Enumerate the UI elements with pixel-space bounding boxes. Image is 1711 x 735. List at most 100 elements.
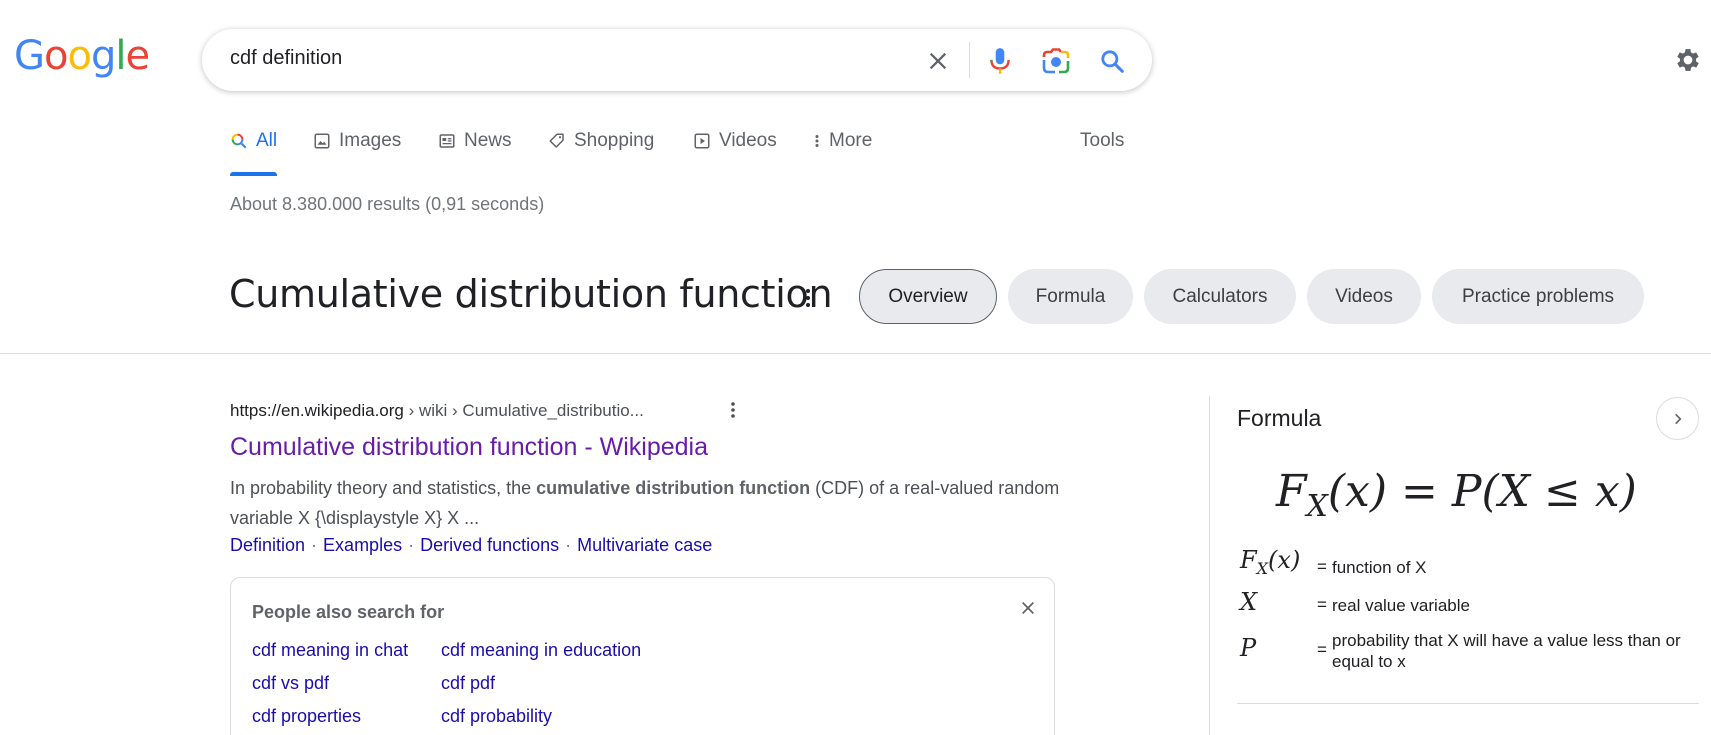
panel-title: Formula <box>1237 405 1322 431</box>
pas-link[interactable]: cdf meaning in education <box>441 640 641 661</box>
formula-equals: = <box>1387 466 1452 517</box>
panel-bottom-divider <box>1237 703 1699 704</box>
formula-equation: FX(x) = P(X ≤ x) <box>1276 466 1637 524</box>
variable-symbol: FX(x) <box>1240 546 1300 578</box>
variable-subscript: X <box>1256 558 1269 578</box>
gear-icon <box>1677 49 1699 71</box>
more-vertical-icon <box>815 135 819 147</box>
google-logo[interactable]: Google <box>14 33 150 79</box>
tab-news[interactable]: News <box>438 130 512 176</box>
people-also-search-card: People also search for cdf meaning in ch… <box>230 577 1055 735</box>
pas-link[interactable]: cdf pdf <box>441 673 495 694</box>
sitelink[interactable]: Definition <box>230 535 305 555</box>
logo-letter: o <box>67 33 92 79</box>
formula-symbol: F <box>1276 466 1307 517</box>
topic-title: Cumulative distribution function <box>229 272 833 316</box>
tab-label: More <box>829 130 873 151</box>
sitelinks: Definition · Examples · Derived functions · Mu… <box>230 535 712 556</box>
camera-icon <box>1042 48 1070 74</box>
chip-overview[interactable]: Overview <box>859 269 997 324</box>
search-icon <box>231 133 247 149</box>
variable-main: X <box>1240 588 1258 616</box>
sitelink-separator: · <box>565 535 572 555</box>
tab-label: Images <box>339 130 402 151</box>
pas-link[interactable]: cdf meaning in chat <box>252 640 408 661</box>
tools-label: Tools <box>1080 130 1125 151</box>
pas-link[interactable]: cdf vs pdf <box>252 673 329 694</box>
search-submit-button[interactable] <box>1092 41 1132 81</box>
logo-letter: e <box>125 33 150 79</box>
snippet-highlight: cumulative distribution function <box>536 478 811 498</box>
chip-videos[interactable]: Videos <box>1307 269 1421 324</box>
pas-link[interactable]: cdf properties <box>252 706 361 727</box>
header-divider <box>0 353 1711 354</box>
result-breadcrumb: › wiki › Cumulative_distributio... <box>403 401 644 420</box>
variable-main: P <box>1240 634 1257 662</box>
close-icon <box>929 52 947 70</box>
snippet-text: In probability theory and statistics, th… <box>230 478 537 498</box>
chevron-right-icon <box>1674 413 1681 424</box>
tab-images[interactable]: Images <box>313 130 401 176</box>
result-domain: https://en.wikipedia.org <box>230 401 404 420</box>
search-input[interactable] <box>230 47 830 70</box>
variable-description: function of X <box>1332 558 1427 577</box>
formula-variable-row: P = probability that X will have a value… <box>1240 630 1700 674</box>
play-icon <box>694 133 710 149</box>
variable-equals: = <box>1317 557 1327 576</box>
tab-label: Shopping <box>574 130 655 151</box>
image-icon <box>314 133 330 149</box>
tab-videos[interactable]: Videos <box>693 130 777 176</box>
variable-argument: (x) <box>1268 546 1301 574</box>
tab-shopping[interactable]: Shopping <box>548 130 654 176</box>
search-box <box>202 29 1152 91</box>
clear-search-button[interactable] <box>918 41 958 81</box>
result-menu-button[interactable] <box>722 398 744 422</box>
voice-search-button[interactable] <box>980 41 1020 81</box>
search-icon <box>1101 50 1124 73</box>
chip-calculators[interactable]: Calculators <box>1144 269 1296 324</box>
formula-symbol: P <box>1451 466 1482 517</box>
sitelink-separator: · <box>311 535 318 555</box>
panel-divider <box>1209 396 1210 735</box>
sitelink[interactable]: Multivariate case <box>577 535 712 555</box>
close-icon <box>1022 602 1034 614</box>
result-stats: About 8.380.000 results (0,91 seconds) <box>230 194 545 214</box>
tag-icon <box>549 133 564 148</box>
result-url[interactable]: https://en.wikipedia.org › wiki › Cumula… <box>230 401 644 421</box>
logo-letter: g <box>90 33 116 79</box>
sitelink[interactable]: Derived functions <box>420 535 559 555</box>
logo-letter: G <box>14 33 45 79</box>
variable-description: probability that X will have a value les… <box>1332 631 1681 671</box>
microphone-icon <box>990 48 1010 74</box>
settings-button[interactable] <box>1670 42 1706 78</box>
sitelink[interactable]: Examples <box>323 535 402 555</box>
tab-label: News <box>464 130 512 151</box>
pas-link[interactable]: cdf probability <box>441 706 552 727</box>
tab-more[interactable]: More <box>813 130 872 176</box>
news-icon <box>439 134 455 148</box>
variable-main: F <box>1240 546 1257 574</box>
variable-symbol: P <box>1240 634 1256 662</box>
tools-button[interactable]: Tools <box>1080 130 1124 176</box>
logo-letter: o <box>44 33 69 79</box>
sitelink-separator: · <box>408 535 415 555</box>
variable-equals: = <box>1317 640 1327 659</box>
lens-search-button[interactable] <box>1036 41 1076 81</box>
result-snippet: In probability theory and statistics, th… <box>230 473 1070 533</box>
panel-next-button[interactable] <box>1656 397 1699 440</box>
pas-close-button[interactable] <box>1014 594 1042 622</box>
variable-equals: = <box>1317 595 1327 614</box>
result-title-link[interactable]: Cumulative distribution function - Wikip… <box>230 433 708 462</box>
chip-formula[interactable]: Formula <box>1008 269 1133 324</box>
formula-variable-row: FX(x) = function of X <box>1240 546 1700 586</box>
variable-symbol: X <box>1240 588 1257 616</box>
tab-all[interactable]: All <box>230 130 278 176</box>
search-divider <box>969 42 970 78</box>
formula-argument: (X ≤ x) <box>1481 466 1637 517</box>
variable-description: real value variable <box>1332 596 1470 615</box>
tab-label: All <box>256 130 278 151</box>
topic-menu-button[interactable] <box>800 285 816 311</box>
tab-label: Videos <box>719 130 777 151</box>
chip-practice-problems[interactable]: Practice problems <box>1432 269 1644 324</box>
more-vertical-icon <box>806 289 810 307</box>
